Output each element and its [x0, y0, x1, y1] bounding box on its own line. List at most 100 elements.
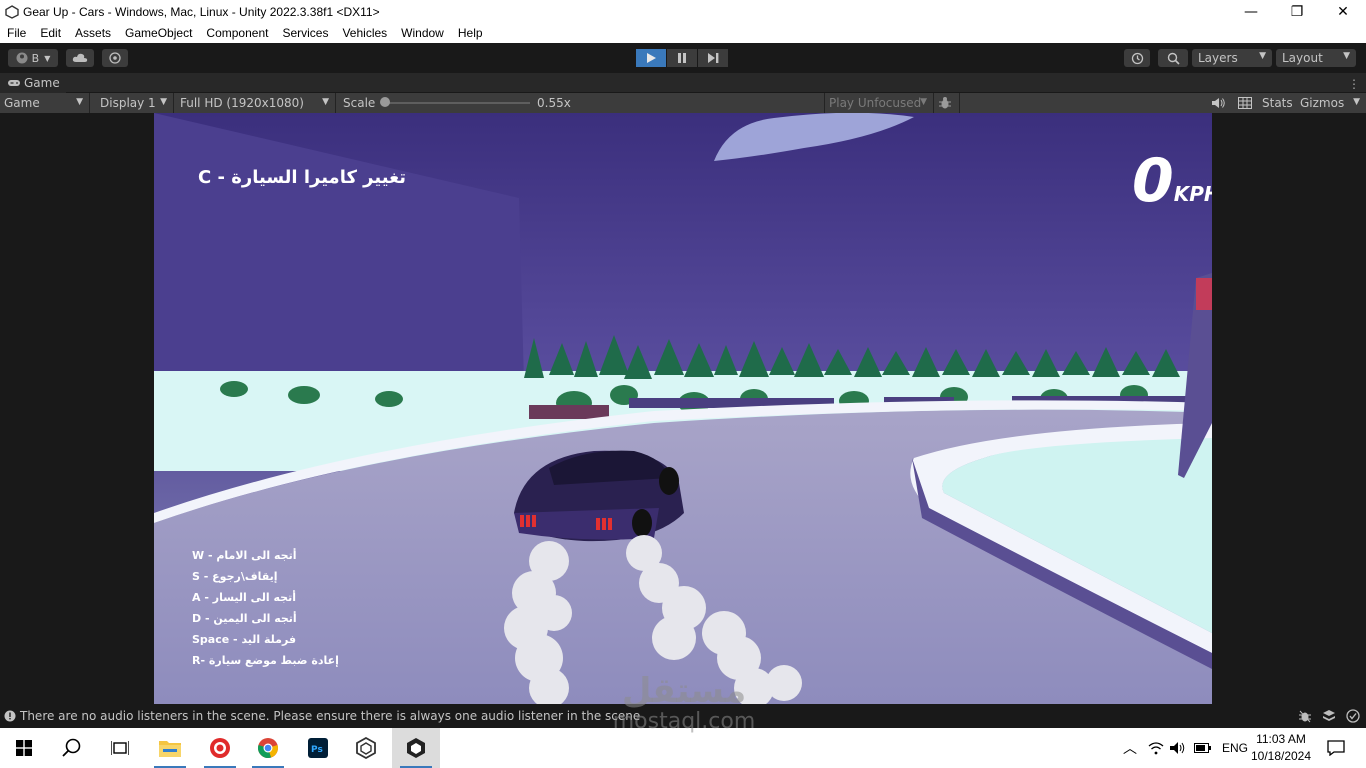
check-circle-icon[interactable] — [1346, 709, 1360, 723]
stack-icon[interactable] — [1322, 709, 1336, 723]
chevron-down-icon: ▼ — [1343, 51, 1350, 61]
game-view-bar: Game ▼ Display 1 ▼ Full HD (1920x1080) ▼… — [0, 93, 1366, 113]
tab-label: Game — [24, 76, 60, 90]
scale-slider-track[interactable] — [384, 102, 530, 104]
menu-edit[interactable]: Edit — [33, 26, 68, 40]
play-focus-dropdown[interactable]: Play Unfocused ▼ — [824, 93, 934, 113]
scale-label: Scale — [343, 96, 376, 110]
chevron-down-icon: ▼ — [160, 97, 167, 107]
screen-recorder-button[interactable] — [196, 728, 244, 768]
folder-icon — [159, 741, 181, 757]
menu-component[interactable]: Component — [199, 26, 275, 40]
stats-button[interactable]: Stats — [1258, 93, 1296, 113]
windows-taskbar: Ps ︿ ENG 11:03 AM 10/18/2024 — [0, 728, 1366, 768]
unity-editor-button[interactable] — [392, 728, 440, 768]
play-button[interactable] — [636, 49, 666, 67]
gizmos-label: Gizmos — [1300, 96, 1345, 110]
clock[interactable]: 11:03 AM 10/18/2024 — [1248, 731, 1314, 765]
chevron-down-icon: ▼ — [322, 97, 329, 107]
tab-game[interactable]: Game — [0, 73, 66, 93]
minimize-button[interactable]: — — [1228, 0, 1274, 23]
battery-icon[interactable] — [1194, 742, 1212, 754]
collab-icon — [109, 52, 121, 64]
maximize-button[interactable]: ❐ — [1274, 0, 1320, 23]
more-options-icon[interactable]: ⋮ — [1348, 77, 1360, 91]
control-right: D - أتجه الى اليمين — [192, 612, 297, 625]
resolution-dropdown[interactable]: Full HD (1920x1080) ▼ — [176, 93, 336, 113]
camera-hint: تغيير كاميرا السيارة - C — [198, 167, 406, 188]
chevron-down-icon: ▼ — [76, 97, 83, 107]
close-button[interactable]: ✕ — [1320, 0, 1366, 23]
control-forward: W - أتجه الى الامام — [192, 549, 297, 562]
menu-vehicles[interactable]: Vehicles — [335, 26, 394, 40]
unity-logo-icon — [5, 4, 19, 19]
menu-gameobject[interactable]: GameObject — [118, 26, 199, 40]
play-icon — [647, 53, 656, 63]
record-app-icon — [210, 738, 230, 758]
pause-icon — [678, 53, 686, 63]
search-icon — [62, 738, 81, 757]
scale-slider-thumb[interactable] — [380, 97, 390, 107]
aspect-grid-button[interactable] — [1234, 93, 1258, 113]
bug-icon[interactable] — [1298, 709, 1312, 723]
language-indicator[interactable]: ENG — [1222, 741, 1248, 755]
resolution-label: Full HD (1920x1080) — [180, 96, 304, 110]
menu-file[interactable]: File — [0, 26, 33, 40]
grid-icon — [1238, 97, 1252, 109]
account-button[interactable]: B ▼ — [8, 49, 58, 67]
account-label: B — [31, 51, 40, 65]
chrome-button[interactable] — [244, 728, 292, 768]
status-message[interactable]: There are no audio listeners in the scen… — [20, 709, 640, 723]
play-focus-label: Play Unfocused — [829, 96, 922, 110]
step-icon — [707, 53, 718, 63]
game-controller-icon — [8, 80, 20, 86]
menu-help[interactable]: Help — [451, 26, 490, 40]
unity-hub-icon — [356, 737, 376, 759]
notification-icon — [1327, 740, 1345, 756]
mute-audio-button[interactable] — [1208, 93, 1232, 113]
chevron-down-icon: ▼ — [1353, 97, 1360, 107]
info-icon — [4, 710, 16, 722]
system-tray: ︿ ENG — [1120, 728, 1248, 768]
unity-hub-button[interactable] — [342, 728, 390, 768]
layers-dropdown[interactable]: Layers ▼ — [1192, 49, 1272, 67]
file-explorer-button[interactable] — [146, 728, 194, 768]
playmode-controls — [636, 49, 728, 67]
start-button[interactable] — [0, 728, 48, 768]
task-view-button[interactable] — [96, 728, 144, 768]
main-toolbar: B ▼ Layers ▼ Layout ▼ — [0, 43, 1366, 73]
svg-text:Ps: Ps — [311, 745, 323, 755]
watermark-arabic: مستقل — [621, 671, 747, 711]
account-icon — [16, 52, 28, 64]
window-title: Gear Up - Cars - Windows, Mac, Linux - U… — [23, 4, 380, 19]
menu-services[interactable]: Services — [275, 26, 335, 40]
layout-dropdown[interactable]: Layout ▼ — [1276, 49, 1356, 67]
display-dropdown[interactable]: Display 1 ▼ — [96, 93, 174, 113]
clock-date: 10/18/2024 — [1250, 749, 1312, 763]
gizmos-dropdown[interactable]: Gizmos ▼ — [1296, 93, 1366, 113]
step-button[interactable] — [698, 49, 728, 67]
pause-button[interactable] — [667, 49, 697, 67]
search-button[interactable] — [1158, 49, 1188, 67]
layers-label: Layers — [1198, 51, 1238, 65]
cloud-icon — [72, 53, 88, 62]
cloud-button[interactable] — [66, 49, 94, 67]
notifications-button[interactable] — [1312, 728, 1360, 768]
history-icon — [1131, 52, 1143, 64]
control-left: A - أتجه الى اليسار — [192, 591, 296, 604]
layout-label: Layout — [1282, 51, 1323, 65]
menu-assets[interactable]: Assets — [68, 26, 118, 40]
bug-button[interactable] — [934, 93, 960, 113]
search-icon — [1167, 52, 1180, 65]
history-button[interactable] — [1124, 49, 1150, 67]
volume-icon[interactable] — [1170, 741, 1188, 755]
menu-window[interactable]: Window — [394, 26, 451, 40]
watermark-latin: mostaql.com — [612, 709, 756, 734]
collab-button[interactable] — [102, 49, 128, 67]
wifi-icon[interactable] — [1148, 741, 1164, 755]
view-mode-dropdown[interactable]: Game ▼ — [0, 93, 90, 113]
game-view[interactable]: تغيير كاميرا السيارة - C 0 KPH W - أتجه … — [154, 113, 1212, 704]
search-button[interactable] — [48, 728, 96, 768]
chevron-up-icon[interactable]: ︿ — [1120, 738, 1140, 758]
photoshop-button[interactable]: Ps — [294, 728, 342, 768]
